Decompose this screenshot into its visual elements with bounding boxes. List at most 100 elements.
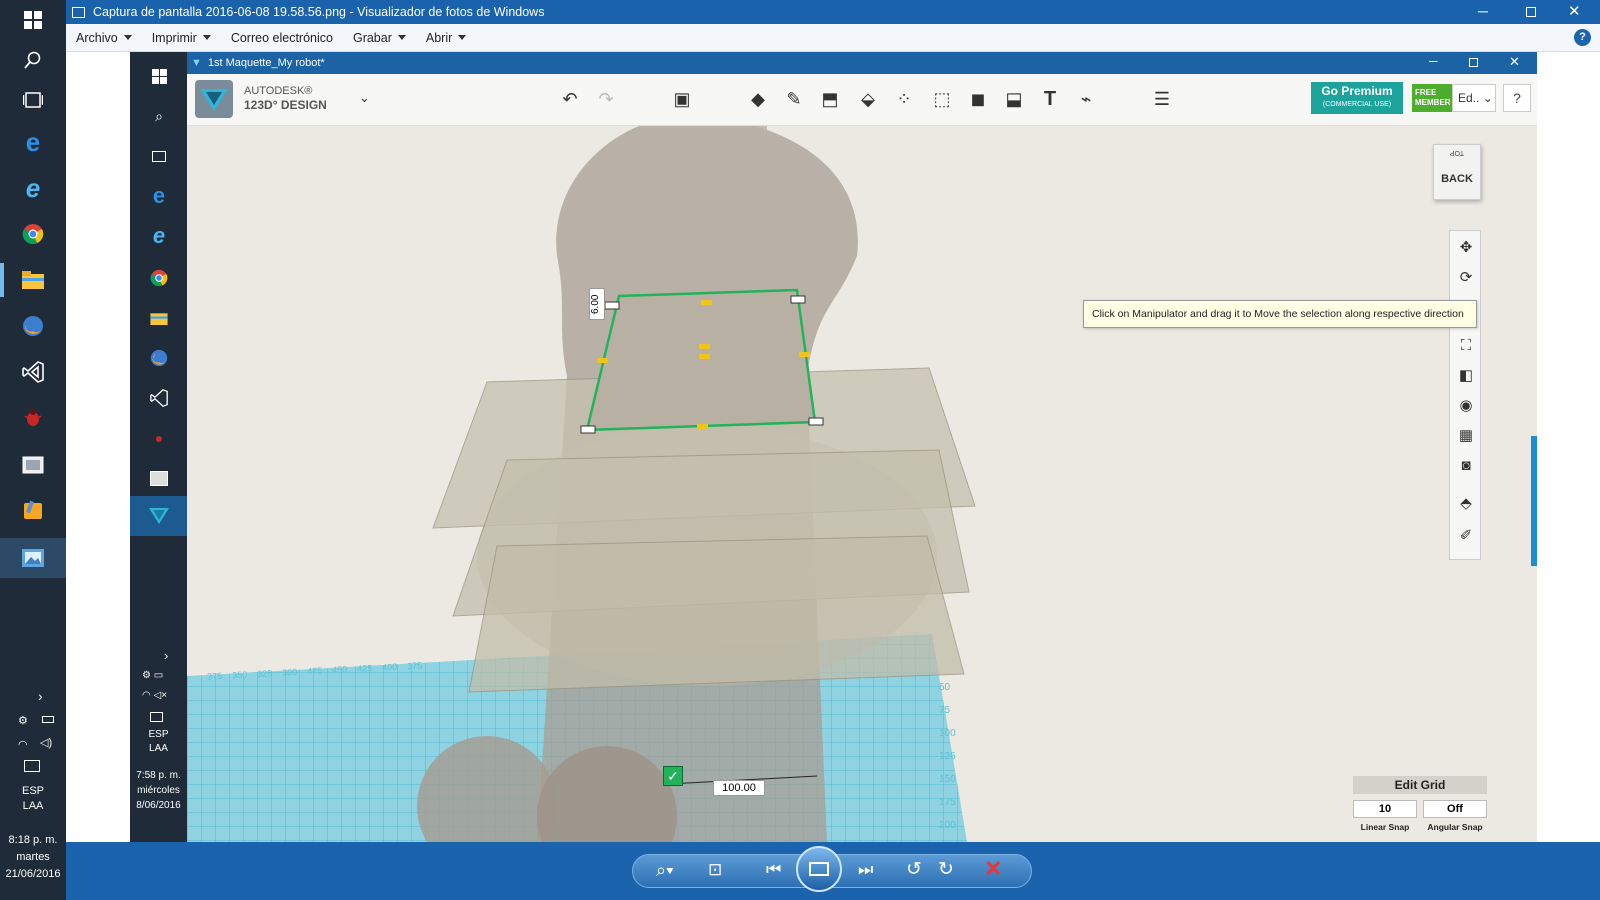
tick-label: 375: [406, 660, 423, 672]
minimize-icon[interactable]: ─: [1478, 3, 1488, 19]
tick-label: 475: [306, 665, 323, 677]
file-explorer-icon[interactable]: [17, 264, 49, 296]
inner-clock: 7:58 p. m. miércoles 8/06/2016: [130, 768, 187, 813]
inner-wifi-volume-icons: ◠ ◁×: [142, 690, 168, 701]
tick-label: 75: [939, 705, 951, 716]
app-title-icon: ▼: [191, 57, 202, 69]
app-help-button: ?: [1503, 84, 1531, 112]
chrome-icon[interactable]: [17, 218, 49, 250]
height-dimension: 6.00: [589, 288, 605, 320]
width-value: 100.00: [722, 782, 756, 794]
restore-icon[interactable]: [1526, 7, 1536, 17]
rotate-right-icon[interactable]: ↻: [938, 858, 954, 881]
next-icon[interactable]: ⏭: [858, 860, 873, 880]
app-brand: AUTODESK® 123D° DESIGN: [244, 84, 327, 112]
menu-abrir[interactable]: Abrir: [416, 31, 476, 45]
edit-grid-panel: Edit Grid 10 Off Linear Snap Angular Sna…: [1353, 776, 1487, 838]
undo-icon: ↶: [562, 88, 578, 109]
selected-face: [585, 288, 817, 432]
width-dimension: 100.00: [713, 780, 765, 796]
menu-label: Correo electrónico: [230, 30, 333, 45]
inner-clock-time: 7:58 p. m.: [136, 770, 181, 781]
menu-bar: Archivo Imprimir Correo electrónico Grab…: [66, 24, 1600, 52]
window-title: Captura de pantalla 2016-06-08 19.58.56.…: [93, 5, 545, 19]
visual-studio-icon[interactable]: [17, 356, 49, 388]
tick-label: 175: [939, 797, 956, 808]
selection-handle-br: [808, 417, 824, 426]
text-icon: T: [1043, 87, 1057, 110]
tick-label: 375: [206, 670, 223, 682]
windows-start-icon[interactable]: [17, 4, 49, 36]
linear-snap-input: 10: [1353, 800, 1417, 818]
caret-down-icon: [202, 35, 211, 40]
side-panel-tab: [1531, 436, 1537, 566]
menu-correo[interactable]: Correo electrónico: [221, 31, 343, 45]
caret-down-icon: [123, 35, 132, 40]
language-code: ESP: [21, 785, 44, 797]
group-icon: ⬚: [933, 88, 951, 109]
tick-label: 50: [939, 682, 951, 693]
delete-icon[interactable]: ✕: [984, 856, 1002, 882]
material-view-icon: ⬘: [1460, 495, 1472, 512]
height-value: 6.00: [590, 294, 601, 314]
plate-lower: [468, 535, 965, 693]
app-logo-icon: [195, 80, 233, 118]
photo-viewer-icon: [72, 6, 85, 18]
inner-123d-icon: [143, 500, 175, 532]
viewcube-face-label: BACK: [1441, 173, 1473, 185]
snap-icon: ⌁: [1080, 88, 1092, 109]
battery-icon[interactable]: [42, 716, 54, 723]
network-sync-icon[interactable]: ⚙: [18, 714, 28, 727]
menu-label: Archivo: [76, 30, 118, 45]
photos-app-icon[interactable]: [17, 448, 49, 480]
paint-app-icon[interactable]: [17, 494, 49, 526]
app-close-icon: ✕: [1509, 54, 1520, 69]
close-icon[interactable]: ✕: [1568, 2, 1581, 20]
grid-toggle-icon: ▦: [1458, 427, 1474, 444]
manipulator-handle: [701, 300, 712, 305]
inner-clock-day: miércoles: [137, 785, 180, 796]
inner-language-code: ESP: [148, 729, 169, 740]
rotate-left-icon[interactable]: ↺: [906, 858, 922, 881]
clock[interactable]: 8:18 p. m. martes 21/06/2016: [0, 832, 66, 883]
clock-time: 8:18 p. m.: [8, 834, 58, 846]
actual-size-icon[interactable]: ⊡: [708, 860, 722, 880]
notifications-icon[interactable]: [24, 760, 40, 772]
app-restore-icon: [1469, 58, 1478, 67]
inner-taskview-icon: [143, 140, 175, 172]
inner-vs-icon: [143, 382, 175, 414]
zoom-icon[interactable]: ⌕▾: [656, 860, 674, 881]
previous-icon[interactable]: ⏮: [766, 860, 781, 880]
tick-label: 300: [281, 666, 298, 678]
menu-imprimir[interactable]: Imprimir: [142, 31, 221, 45]
menu-archivo[interactable]: Archivo: [66, 31, 142, 45]
manipulator-handle: [699, 344, 710, 349]
chevron-right-icon[interactable]: ›: [38, 688, 43, 704]
combine-icon: ◼: [970, 88, 986, 109]
measure-icon: ⬓: [1005, 88, 1023, 109]
task-view-icon[interactable]: [17, 84, 49, 116]
caret-down-icon: [397, 35, 406, 40]
bug-app-icon[interactable]: [17, 402, 49, 434]
viewer-controls-bar: ⌕▾ ⊡ ⏮ ⏭ ↺ ↻ ✕: [66, 842, 1600, 900]
app-menu-chevron-icon: ⌄: [359, 90, 370, 105]
volume-icon[interactable]: ◁): [40, 736, 52, 749]
go-premium-button: Go Premium (COMMERCIAL USE): [1311, 82, 1403, 114]
primitives-icon: ◆: [751, 88, 765, 109]
language-indicator[interactable]: ESP LAA: [0, 784, 66, 814]
internet-explorer-icon[interactable]: e: [17, 172, 49, 204]
search-icon[interactable]: [17, 44, 49, 76]
construct-icon: ⬒: [821, 88, 839, 109]
firefox-icon[interactable]: [17, 310, 49, 342]
slideshow-button[interactable]: [796, 846, 842, 892]
photo-viewer-app-icon[interactable]: [17, 542, 49, 574]
viewer-help-icon[interactable]: ?: [1574, 29, 1591, 46]
wifi-icon[interactable]: ◠: [18, 738, 28, 751]
3d-viewport: 6.00 100.00 ✓ 375 350 325 300 475 450 42…: [187, 126, 1537, 842]
premium-sub: (COMMERCIAL USE): [1322, 101, 1392, 108]
menu-grabar[interactable]: Grabar: [343, 31, 416, 45]
inner-bug-icon: ●: [154, 430, 164, 446]
edge-icon[interactable]: e: [17, 126, 49, 158]
inner-edge-icon: e: [152, 183, 166, 208]
robot-neck-block: [657, 126, 767, 206]
